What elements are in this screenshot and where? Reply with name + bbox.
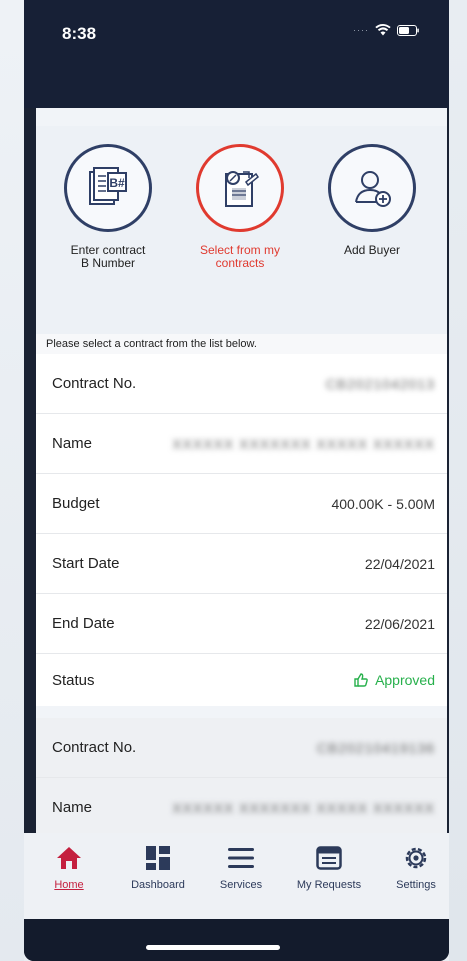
tab-home[interactable]: Home [44,843,94,891]
budget-value: 400.00K - 5.00M [331,495,435,512]
name-label: Name [52,435,93,452]
tab-services-label: Services [219,879,263,891]
start-date-label: Start Date [52,555,120,572]
status-badge: Approved [353,672,435,688]
contract-card[interactable]: Contract No. CB2021042013 Name XXXXXX XX… [36,354,447,706]
contract-form-icon [225,171,260,207]
contract-no-label-2: Contract No. [52,739,137,756]
name-row: Name XXXXXX XXXXXXX XXXXX XXXXXX [36,414,447,474]
tab-settings-label: Settings [396,879,436,891]
name-value-2: XXXXXX XXXXXXX XXXXX XXXXXX [172,799,435,816]
name-value: XXXXXX XXXXXXX XXXXX XXXXXX [172,435,435,452]
bottom-tab-bar: Home Dashboard Services My Requests Sett… [24,833,449,919]
enter-contract-b-number-option[interactable]: B# Enter contract B Number [48,144,168,270]
main-content: B# Enter contract B Number Select from m… [36,108,447,833]
name-label-2: Name [52,799,93,816]
home-indicator-area [24,919,449,961]
my-requests-icon [286,843,372,873]
start-date-value: 22/04/2021 [364,555,435,572]
contract-no-value-2: CB20210419136 [316,739,435,756]
background-left [0,0,24,961]
settings-gear-icon [388,843,444,873]
budget-label: Budget [52,495,100,512]
status-row: Status Approved [36,654,447,706]
wifi-icon [375,24,391,36]
battery-icon [397,24,419,36]
tab-dashboard-label: Dashboard [131,879,185,891]
home-indicator[interactable] [146,945,280,950]
contract-no-label: Contract No. [52,375,137,392]
start-date-row: Start Date 22/04/2021 [36,534,447,594]
enter-contract-circle[interactable]: B# [64,144,152,232]
status-value: Approved [375,672,435,688]
background-right [449,0,467,961]
tab-dashboard[interactable]: Dashboard [120,843,196,891]
status-label: Status [52,671,95,689]
dashboard-icon [120,843,196,873]
contract-no-row-2: Contract No. CB20210419136 [36,718,447,778]
status-bar: 8:38 ···· [24,0,449,108]
services-menu-icon [210,843,272,873]
tab-home-label: Home [54,879,84,891]
contract-source-options: B# Enter contract B Number Select from m… [36,126,447,334]
tab-my-requests[interactable]: My Requests [286,843,372,891]
end-date-value: 22/06/2021 [364,615,435,632]
tab-my-requests-label: My Requests [296,879,362,891]
select-from-my-contracts-option[interactable]: Select from my contracts [180,144,300,270]
end-date-label: End Date [52,615,115,632]
instruction-text: Please select a contract from the list b… [36,334,447,354]
status-icons: ···· [353,24,419,36]
select-contracts-label: Select from my contracts [199,243,280,270]
thumbs-up-icon [354,673,368,687]
contract-card-2[interactable]: Contract No. CB20210419136 Name XXXXXX X… [36,718,447,833]
add-buyer-option[interactable]: Add Buyer [312,144,432,257]
home-icon [44,843,94,873]
svg-text:B#: B# [109,176,125,190]
select-contracts-circle[interactable] [196,144,284,232]
status-time: 8:38 [62,24,97,43]
name-row-2: Name XXXXXX XXXXXXX XXXXX XXXXXX [36,778,447,833]
enter-contract-label: Enter contract B Number [70,243,146,270]
end-date-row: End Date 22/06/2021 [36,594,447,654]
budget-row: Budget 400.00K - 5.00M [36,474,447,534]
tab-settings[interactable]: Settings [388,843,444,891]
signal-icon: ···· [353,25,369,35]
add-user-icon [355,171,391,207]
phone-screen: 8:38 ···· B# Enter contract B Number Sel… [24,0,449,961]
contract-no-value: CB2021042013 [325,375,435,392]
document-b-number-icon: B# [89,167,127,205]
add-buyer-label: Add Buyer [343,243,401,257]
contract-no-row: Contract No. CB2021042013 [36,354,447,414]
tab-services[interactable]: Services [210,843,272,891]
add-buyer-circle[interactable] [328,144,416,232]
